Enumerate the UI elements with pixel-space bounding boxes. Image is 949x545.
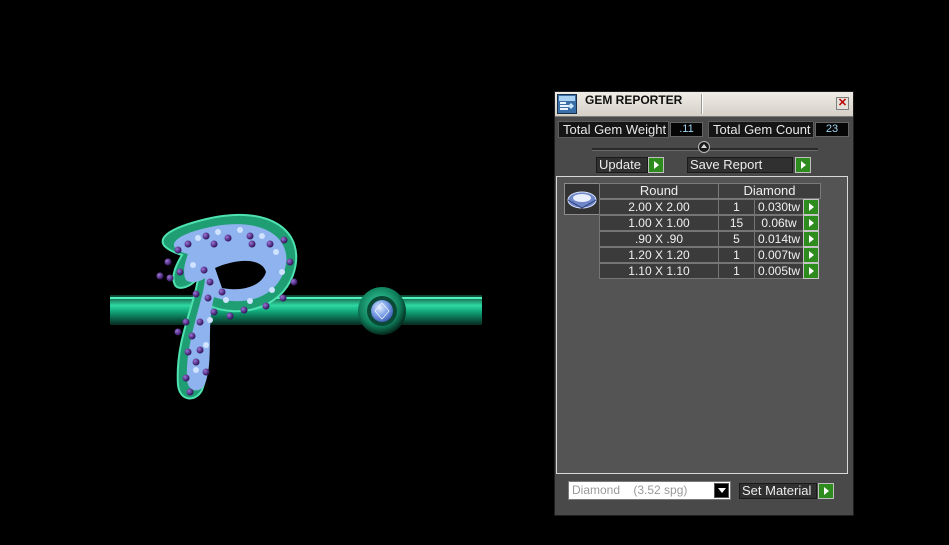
gem-count-cell: 5 xyxy=(718,231,755,247)
material-select[interactable]: Diamond (3.52 spg) xyxy=(568,481,731,500)
total-gem-weight-label: Total Gem Weight xyxy=(558,121,669,138)
row-select-arrow-icon[interactable] xyxy=(803,199,819,215)
title-divider xyxy=(701,94,702,114)
gem-count-cell: 15 xyxy=(718,215,755,231)
row-select-arrow-icon[interactable] xyxy=(803,247,819,263)
gem-count-cell: 1 xyxy=(718,263,755,279)
gem-size-cell: 2.00 X 2.00 xyxy=(599,199,719,215)
gem-size-cell: 1.20 X 1.20 xyxy=(599,247,719,263)
gem-weight-cell: 0.005tw xyxy=(754,263,804,279)
total-gem-weight-value: .11 xyxy=(670,122,703,137)
gem-weight-cell: 0.007tw xyxy=(754,247,804,263)
collapse-toggle[interactable] xyxy=(698,141,710,153)
gem-reporter-panel: GEM REPORTER ✕ Total Gem Weight .11 Tota… xyxy=(554,91,854,516)
model-viewport[interactable] xyxy=(0,0,545,545)
gem-weight-cell: 0.030tw xyxy=(754,199,804,215)
gem-size-cell: .90 X .90 xyxy=(599,231,719,247)
set-material-button[interactable]: Set Material xyxy=(739,483,817,499)
gem-shape-icon[interactable] xyxy=(564,183,600,215)
gem-count-cell: 1 xyxy=(718,247,755,263)
round-gem-icon xyxy=(567,191,597,209)
panel-title: GEM REPORTER xyxy=(585,93,683,107)
save-report-arrow-icon[interactable] xyxy=(795,157,811,173)
dropdown-arrow-icon[interactable] xyxy=(714,483,729,498)
total-gem-count-label: Total Gem Count xyxy=(708,121,814,138)
gem-reporter-icon xyxy=(557,94,577,114)
gem-weight-cell: 0.014tw xyxy=(754,231,804,247)
center-gem-bezel xyxy=(358,287,406,335)
row-select-arrow-icon[interactable] xyxy=(803,231,819,247)
set-material-arrow-icon[interactable] xyxy=(818,483,834,499)
update-arrow-icon[interactable] xyxy=(648,157,664,173)
gem-count-cell: 1 xyxy=(718,199,755,215)
close-icon[interactable]: ✕ xyxy=(836,97,849,110)
gem-size-cell: 1.10 X 1.10 xyxy=(599,263,719,279)
ring-shank xyxy=(110,295,482,325)
gem-report-table: Round Diamond 2.00 X 2.00 1 0.030tw 1.00… xyxy=(556,176,848,474)
save-report-button[interactable]: Save Report xyxy=(687,157,793,173)
gem-weight-cell: 0.06tw xyxy=(754,215,804,231)
update-button[interactable]: Update xyxy=(596,157,648,173)
material-select-value: Diamond (3.52 spg) xyxy=(572,483,688,497)
row-select-arrow-icon[interactable] xyxy=(803,215,819,231)
material-column-header: Diamond xyxy=(718,183,821,199)
shape-column-header: Round xyxy=(599,183,719,199)
total-gem-count-value: 23 xyxy=(815,122,849,137)
row-select-arrow-icon[interactable] xyxy=(803,263,819,279)
title-bar[interactable]: GEM REPORTER ✕ xyxy=(555,92,853,117)
gem-size-cell: 1.00 X 1.00 xyxy=(599,215,719,231)
